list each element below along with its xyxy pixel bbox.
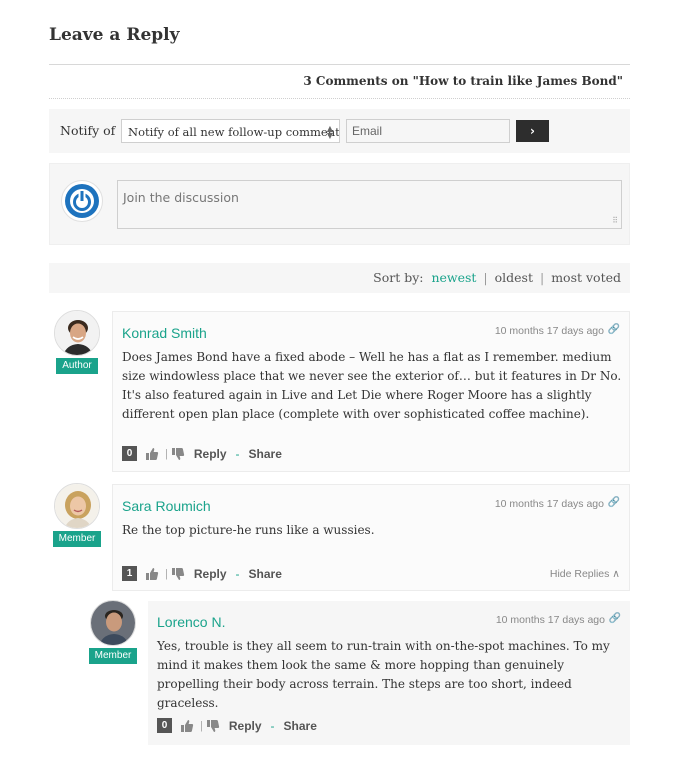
email-placeholder: Email	[352, 124, 383, 138]
notify-select[interactable]: Notify of all new follow-up comments ▲ ▼	[121, 119, 340, 143]
link-icon[interactable]: 🔗	[608, 324, 620, 335]
role-badge: Author	[56, 358, 98, 374]
sort-option-most-voted[interactable]: most voted	[551, 270, 621, 285]
comment-text: Does James Bond have a fixed abode – Wel…	[122, 350, 622, 421]
role-badge: Member	[89, 648, 137, 664]
comment-form: Join the discussion ⠿	[49, 163, 630, 245]
separator-dash: -	[235, 566, 240, 581]
comment-footer: 0 | Reply - Share	[157, 718, 317, 733]
comment-date: 10 months 17 days ago	[494, 498, 604, 510]
share-link[interactable]: Share	[249, 447, 282, 461]
role-badge: Member	[53, 531, 101, 547]
thumbs-down-icon[interactable]	[171, 567, 185, 581]
notify-bar: Notify of Notify of all new follow-up co…	[49, 109, 630, 153]
sort-separator: |	[539, 270, 545, 285]
notify-select-value: Notify of all new follow-up comments	[128, 125, 340, 139]
comments-count-heading: 3 Comments on "How to train like James B…	[303, 74, 623, 88]
notify-submit-button[interactable]: ›	[516, 120, 549, 142]
person-icon	[91, 601, 135, 645]
comment-date: 10 months 17 days ago	[494, 325, 604, 337]
comment-placeholder: Join the discussion	[123, 190, 239, 205]
comment-textarea[interactable]: Join the discussion ⠿	[117, 180, 622, 229]
comment-text: Re the top picture-he runs like a wussie…	[122, 523, 375, 537]
comment-author[interactable]: Sara Roumich	[122, 498, 211, 514]
avatar	[54, 483, 100, 529]
thumbs-up-icon[interactable]	[180, 719, 194, 733]
page-title: Leave a Reply	[49, 25, 180, 45]
comment-footer: 0 | Reply - Share	[122, 446, 282, 461]
reply-link[interactable]: Reply	[194, 447, 227, 461]
person-icon	[55, 484, 99, 528]
sort-bar: Sort by: newest | oldest | most voted	[49, 263, 630, 293]
sort-option-newest[interactable]: newest	[431, 270, 476, 285]
share-link[interactable]: Share	[284, 719, 317, 733]
separator-dash: -	[270, 718, 275, 733]
comment-author[interactable]: Lorenco N.	[157, 614, 225, 630]
divider-dotted	[49, 98, 630, 99]
resize-handle-icon[interactable]: ⠿	[612, 216, 618, 225]
thumbs-up-icon[interactable]	[145, 447, 159, 461]
vote-count: 1	[122, 566, 137, 581]
select-arrows-icon: ▲ ▼	[326, 124, 333, 140]
power-logo-icon	[61, 180, 103, 222]
reply-link[interactable]: Reply	[229, 719, 262, 733]
divider	[49, 64, 630, 65]
separator: |	[165, 567, 168, 580]
sort-option-oldest[interactable]: oldest	[495, 270, 533, 285]
link-icon[interactable]: 🔗	[608, 497, 620, 508]
separator-dash: -	[235, 446, 240, 461]
comment-author[interactable]: Konrad Smith	[122, 325, 207, 341]
comment: Konrad Smith 10 months 17 days ago 🔗 Doe…	[112, 311, 630, 472]
email-input[interactable]: Email	[346, 119, 510, 143]
share-link[interactable]: Share	[249, 567, 282, 581]
separator: |	[165, 447, 168, 460]
thumbs-down-icon[interactable]	[171, 447, 185, 461]
sort-label: Sort by:	[373, 270, 424, 285]
comment-reply: Lorenco N. 10 months 17 days ago 🔗 Yes, …	[148, 601, 630, 745]
sort-separator: |	[483, 270, 488, 285]
vote-count: 0	[122, 446, 137, 461]
thumbs-up-icon[interactable]	[145, 567, 159, 581]
comment-footer: 1 | Reply - Share	[122, 566, 282, 581]
person-icon	[55, 311, 99, 355]
hide-replies-toggle[interactable]: Hide Replies ∧	[550, 568, 620, 580]
vote-count: 0	[157, 718, 172, 733]
separator: |	[200, 719, 203, 732]
comment: Sara Roumich 10 months 17 days ago 🔗 Re …	[112, 484, 630, 591]
notify-label: Notify of	[60, 123, 116, 138]
reply-link[interactable]: Reply	[194, 567, 227, 581]
link-icon[interactable]: 🔗	[609, 613, 621, 624]
thumbs-down-icon[interactable]	[206, 719, 220, 733]
avatar	[54, 310, 100, 356]
avatar	[90, 600, 136, 646]
comment-date: 10 months 17 days ago	[495, 614, 605, 626]
comment-text: Yes, trouble is they all seem to run-tra…	[157, 639, 610, 710]
